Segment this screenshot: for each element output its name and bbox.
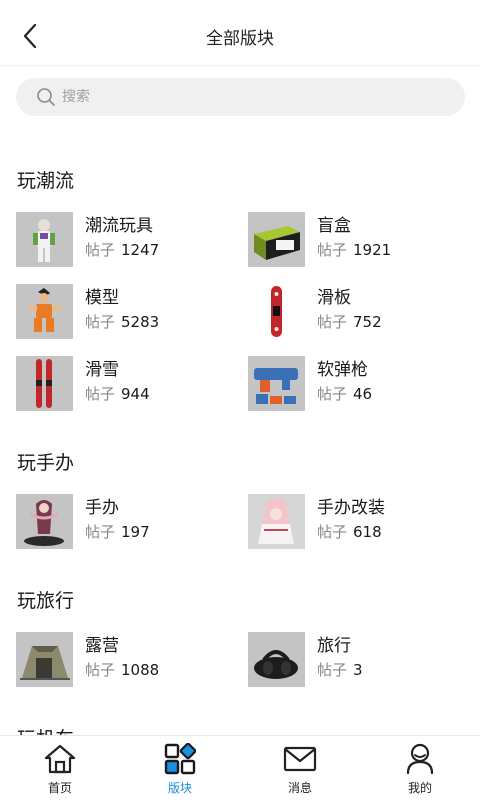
board-name: 软弹枪	[317, 360, 368, 380]
section-title: 玩旅行	[17, 590, 75, 612]
tab-home[interactable]: 首页	[0, 736, 120, 800]
section-travel: 玩旅行 露营 帖子 1088 旅行 帖子 3	[0, 570, 480, 704]
tab-label: 版块	[167, 781, 192, 795]
tab-label: 消息	[287, 781, 312, 795]
bottom-tab-bar: 首页 版块 消息 我的	[0, 735, 480, 800]
post-count: 帖子 46	[317, 385, 373, 403]
section-title: 玩机车	[0, 708, 480, 735]
tab-label: 首页	[47, 781, 72, 795]
skateboard-image	[248, 284, 305, 339]
board-list[interactable]: 玩潮流 潮流玩具 帖子 1247 盲盒 帖子 1921 模型 帖子 5283 滑…	[0, 150, 480, 735]
board-item[interactable]: 旅行 帖子 3	[248, 632, 480, 704]
board-item[interactable]: 滑雪 帖子 944	[16, 356, 248, 428]
toy-figure-image	[16, 212, 73, 267]
board-item[interactable]: 手办 帖子 197	[16, 494, 248, 566]
search-input[interactable]	[62, 89, 422, 105]
mail-icon	[283, 742, 317, 776]
board-name: 盲盒	[317, 216, 351, 236]
board-item[interactable]: 盲盒 帖子 1921	[248, 212, 480, 284]
post-count: 帖子 1088	[85, 661, 160, 679]
home-icon	[43, 742, 77, 776]
search-icon	[36, 87, 56, 107]
section-trend: 玩潮流 潮流玩具 帖子 1247 盲盒 帖子 1921 模型 帖子 5283 滑…	[0, 150, 480, 428]
section-figures: 玩手办 手办 帖子 197 手办改装 帖子 618	[0, 432, 480, 566]
board-name: 手办改装	[317, 498, 385, 518]
post-count: 帖子 3	[317, 661, 363, 679]
board-item[interactable]: 软弹枪 帖子 46	[248, 356, 480, 428]
skis-image	[16, 356, 73, 411]
tab-messages[interactable]: 消息	[240, 736, 360, 800]
tab-label: 我的	[407, 781, 432, 795]
post-count: 帖子 752	[317, 313, 382, 331]
header-bar: 全部版块	[0, 0, 480, 66]
board-name: 潮流玩具	[85, 216, 153, 236]
figure-statue-image	[16, 494, 73, 549]
post-count: 帖子 5283	[85, 313, 160, 331]
page-title: 全部版块	[206, 29, 274, 49]
post-count: 帖子 197	[85, 523, 150, 541]
board-name: 手办	[85, 498, 119, 518]
board-name: 露营	[85, 636, 119, 656]
tab-profile[interactable]: 我的	[360, 736, 480, 800]
custom-figure-image	[248, 494, 305, 549]
foam-blaster-image	[248, 356, 305, 411]
board-item[interactable]: 模型 帖子 5283	[16, 284, 248, 356]
tab-boards[interactable]: 版块	[120, 736, 240, 800]
post-count: 帖子 1247	[85, 241, 160, 259]
blind-box-image	[248, 212, 305, 267]
post-count: 帖子 1921	[317, 241, 392, 259]
post-count: 帖子 618	[317, 523, 382, 541]
board-name: 旅行	[317, 636, 351, 656]
user-icon	[403, 742, 437, 776]
section-title: 玩手办	[17, 452, 75, 474]
board-item[interactable]: 潮流玩具 帖子 1247	[16, 212, 248, 284]
section-motorcycle: 玩机车	[0, 708, 480, 735]
tent-image	[16, 632, 73, 687]
grid-icon	[163, 742, 197, 776]
section-title: 玩潮流	[17, 170, 75, 192]
board-item[interactable]: 手办改装 帖子 618	[248, 494, 480, 566]
board-name: 滑雪	[85, 360, 119, 380]
board-item[interactable]: 露营 帖子 1088	[16, 632, 248, 704]
board-item[interactable]: 滑板 帖子 752	[248, 284, 480, 356]
search-bar[interactable]	[16, 78, 465, 116]
board-name: 滑板	[317, 288, 351, 308]
model-figure-image	[16, 284, 73, 339]
post-count: 帖子 944	[85, 385, 150, 403]
travel-bag-image	[248, 632, 305, 687]
board-name: 模型	[85, 288, 119, 308]
